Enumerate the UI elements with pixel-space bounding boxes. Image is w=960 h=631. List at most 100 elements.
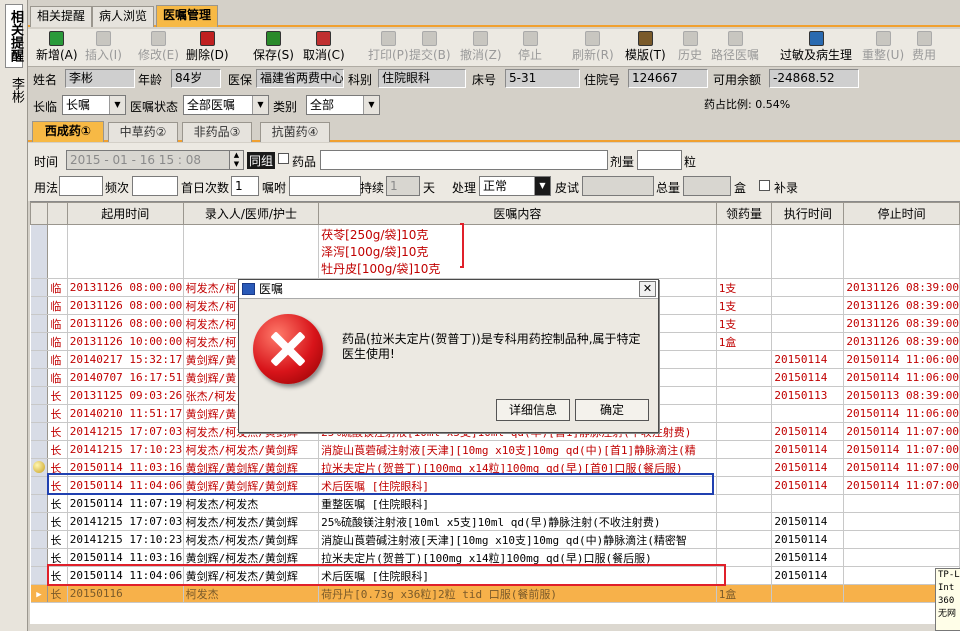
dose-input[interactable] [637,150,682,170]
row-header[interactable] [30,368,49,387]
stop-cell [843,224,960,279]
first-day-input[interactable]: 1 [231,176,259,196]
skin-test-input[interactable] [582,176,654,196]
toolbar-button-label: 新增(A) [36,48,78,62]
chevron-down-icon[interactable]: ▼ [534,177,550,195]
row-header[interactable]: ▶ [30,584,49,603]
table-row[interactable]: 长 20141215 17:10:23 柯发杰/柯发杰/黄剑辉 消旋山莨菪碱注射液[天… [30,530,960,549]
drug-input[interactable] [320,150,608,170]
duration-type-select[interactable]: 长嘱 ▼ [62,95,126,115]
table-row[interactable]: 长 20141215 17:10:23 柯发杰/柯发杰/黄剑辉 消旋山莨菪碱注射液[天… [30,440,960,459]
stop-cell: 20150114 11:06:00 [843,404,960,423]
tab-order-management[interactable]: 医嘱管理 [156,5,219,27]
chevron-down-icon[interactable]: ▼ [109,96,125,114]
row-header[interactable] [30,386,49,405]
stop-button[interactable]: 停止 [518,31,542,65]
row-header[interactable] [30,278,49,297]
insert-button[interactable]: 插入(I) [85,31,122,65]
tab-non-drug[interactable]: 非药品③ [182,122,252,142]
row-header[interactable] [30,566,49,585]
quantity-column-header[interactable]: 领药量 [715,202,773,225]
details-button[interactable]: 详细信息 [496,399,570,421]
table-row[interactable]: 长 20150114 11:04:06 黄剑辉/黄剑辉/黄剑辉 术后医嘱 [住院眼科]… [30,476,960,495]
row-header[interactable] [30,440,49,459]
category-select[interactable]: 全部 ▼ [306,95,380,115]
pathway-button[interactable]: 路径医嘱 [711,31,759,65]
quantity-cell [716,350,773,369]
time-spinner[interactable]: ▲ ▼ [229,150,244,170]
row-header[interactable] [30,224,49,279]
toolbar-button-label: 历史 [678,48,703,62]
type-cell: 临 [47,368,68,387]
duration-input[interactable]: 1 [386,176,420,196]
tab-herbal-medicine[interactable]: 中草药② [108,122,178,142]
cost-button[interactable]: 费用 [912,31,936,65]
exec-time-column-header[interactable]: 执行时间 [771,202,845,225]
dialog-title-bar[interactable]: 医嘱 ✕ [239,280,658,299]
frequency-input[interactable] [132,176,178,196]
chevron-down-icon[interactable]: ▼ [252,96,268,114]
allergy-button[interactable]: 过敏及病生理 [780,31,852,65]
start-cell: 20150114 11:04:06 [67,566,184,585]
close-icon[interactable]: ✕ [639,281,656,297]
row-header[interactable] [30,512,49,531]
stop-time-column-header[interactable]: 停止时间 [843,202,960,225]
content-column-header[interactable]: 医嘱内容 [318,202,717,225]
table-row[interactable]: 长 20150114 11:03:16 黄剑辉/黄剑辉/黄剑辉 拉米夫定片(贺普丁)[… [30,458,960,477]
table-row[interactable]: 长20141215 17:07:03柯发杰/柯发杰/黄剑辉25%硫酸镁注射液[1… [30,512,960,531]
row-header[interactable] [30,422,49,441]
reorganize-button[interactable]: 重整(U) [862,31,904,65]
time-input[interactable]: 2015 - 01 - 16 15 : 08 [66,150,244,170]
type-cell: 长 [47,440,68,459]
save-button[interactable]: 保存(S) [253,31,294,65]
row-header[interactable] [30,494,49,513]
row-header[interactable] [30,458,49,477]
duration-unit: 天 [423,181,436,195]
side-tab-reminders[interactable]: 相关提醒 [5,4,23,68]
row-header[interactable] [30,332,49,351]
table-row[interactable]: 茯苓[250g/袋]10克 泽泻[100g/袋]10克 牡丹皮[100g/袋]1… [30,224,960,279]
instruction-input[interactable] [289,176,361,196]
tab-patient-browse[interactable]: 病人浏览 [92,6,155,27]
refill-checkbox[interactable] [759,180,770,191]
delete-button[interactable]: 删除(D) [186,31,229,65]
row-header[interactable] [30,530,49,549]
same-group-checkbox[interactable] [278,153,289,164]
history-button[interactable]: 历史 [678,31,702,65]
side-tab-patient[interactable]: 李彬 [5,70,24,110]
handling-select[interactable]: 正常 ▼ [479,176,551,196]
ok-button[interactable]: 确定 [575,399,649,421]
start-time-column-header[interactable]: 起用时间 [66,202,184,225]
undo-button[interactable]: 撤消(Z) [460,31,502,65]
start-cell: 20141215 17:07:03 [67,422,184,441]
usage-input[interactable] [59,176,103,196]
herb-line: 泽泻[100g/袋]10克 [321,245,429,259]
table-row[interactable]: 长 20150114 11:07:19 柯发杰/柯发杰 重整医嘱 [住院眼科] [30,494,960,513]
row-header[interactable] [30,404,49,423]
row-header[interactable] [30,350,49,369]
row-header[interactable] [30,296,49,315]
row-header[interactable] [30,314,49,333]
horizontal-scrollbar[interactable] [30,624,960,631]
row-header[interactable] [30,548,49,567]
staff-column-header[interactable]: 录入人/医师/护士 [182,202,320,225]
tooltip-line: 360 [938,596,955,606]
row-header[interactable] [30,476,49,495]
refresh-button[interactable]: 刷新(R) [572,31,614,65]
tab-reminders[interactable]: 相关提醒 [30,6,93,27]
order-status-select[interactable]: 全部医嘱 ▼ [183,95,269,115]
row-pointer-icon [32,461,45,473]
cancel-button[interactable]: 取消(C) [303,31,345,65]
table-row[interactable]: ▶ 长 20150116 柯发杰 荷丹片[0.73g x36粒]2粒 tid 口服(餐前… [30,584,960,603]
edit-button[interactable]: 修改(E) [138,31,179,65]
chevron-down-icon[interactable]: ▼ [363,96,379,114]
print-button[interactable]: 打印(P) [368,31,409,65]
add-button[interactable]: 新增(A) [36,31,78,65]
template-button[interactable]: 模版(T) [625,31,666,65]
total-input[interactable] [683,176,731,196]
table-row[interactable]: 长 20150114 11:03:16 黄剑辉/柯发杰/黄剑辉 拉米夫定片(贺普丁)[… [30,548,960,567]
submit-button[interactable]: 提交(B) [409,31,451,65]
table-row[interactable]: 长 20150114 11:04:06 黄剑辉/柯发杰/黄剑辉 术后医嘱 [住院眼科]… [30,566,960,585]
tab-western-medicine[interactable]: 西成药① [32,121,104,142]
tab-antibiotics[interactable]: 抗菌药④ [260,122,330,142]
